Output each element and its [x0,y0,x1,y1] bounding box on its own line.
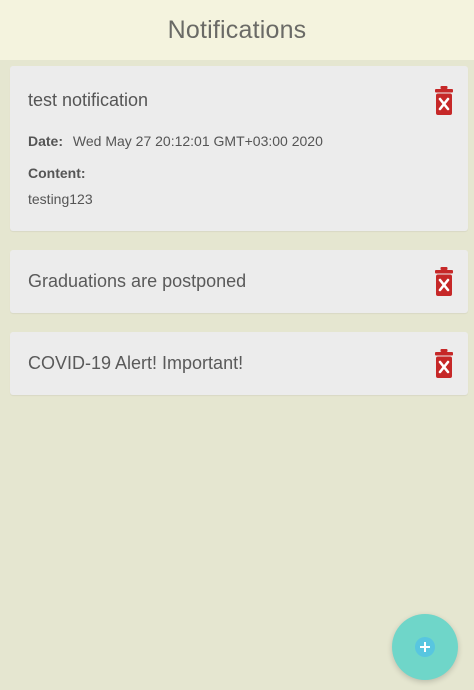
notification-title: COVID-19 Alert! Important! [28,353,244,373]
date-label: Date: [28,133,64,149]
notification-card[interactable]: test notification Date: Wed May 27 20:12… [10,66,468,231]
content-value: testing123 [28,191,93,207]
notification-card[interactable]: COVID-19 Alert! Important! [10,332,468,395]
page-title: Notifications [167,15,307,44]
trash-x-icon [435,349,453,378]
trash-x-icon [435,86,453,115]
add-notification-button[interactable] [392,614,458,680]
app-header: Notifications [0,0,474,60]
delete-button[interactable] [434,86,454,116]
notification-card[interactable]: Graduations are postponed [10,250,468,313]
content-label: Content: [28,165,86,181]
date-value: Wed May 27 20:12:01 GMT+03:00 2020 [72,133,323,149]
notification-date-row: Date: Wed May 27 20:12:01 GMT+03:00 2020 [28,133,450,149]
notification-title: Graduations are postponed [28,271,247,291]
notification-list: test notification Date: Wed May 27 20:12… [10,66,468,395]
notification-title: test notification [28,90,149,110]
delete-button[interactable] [434,349,454,379]
trash-x-icon [435,267,453,296]
add-circle-icon [415,637,435,657]
delete-button[interactable] [434,267,454,297]
